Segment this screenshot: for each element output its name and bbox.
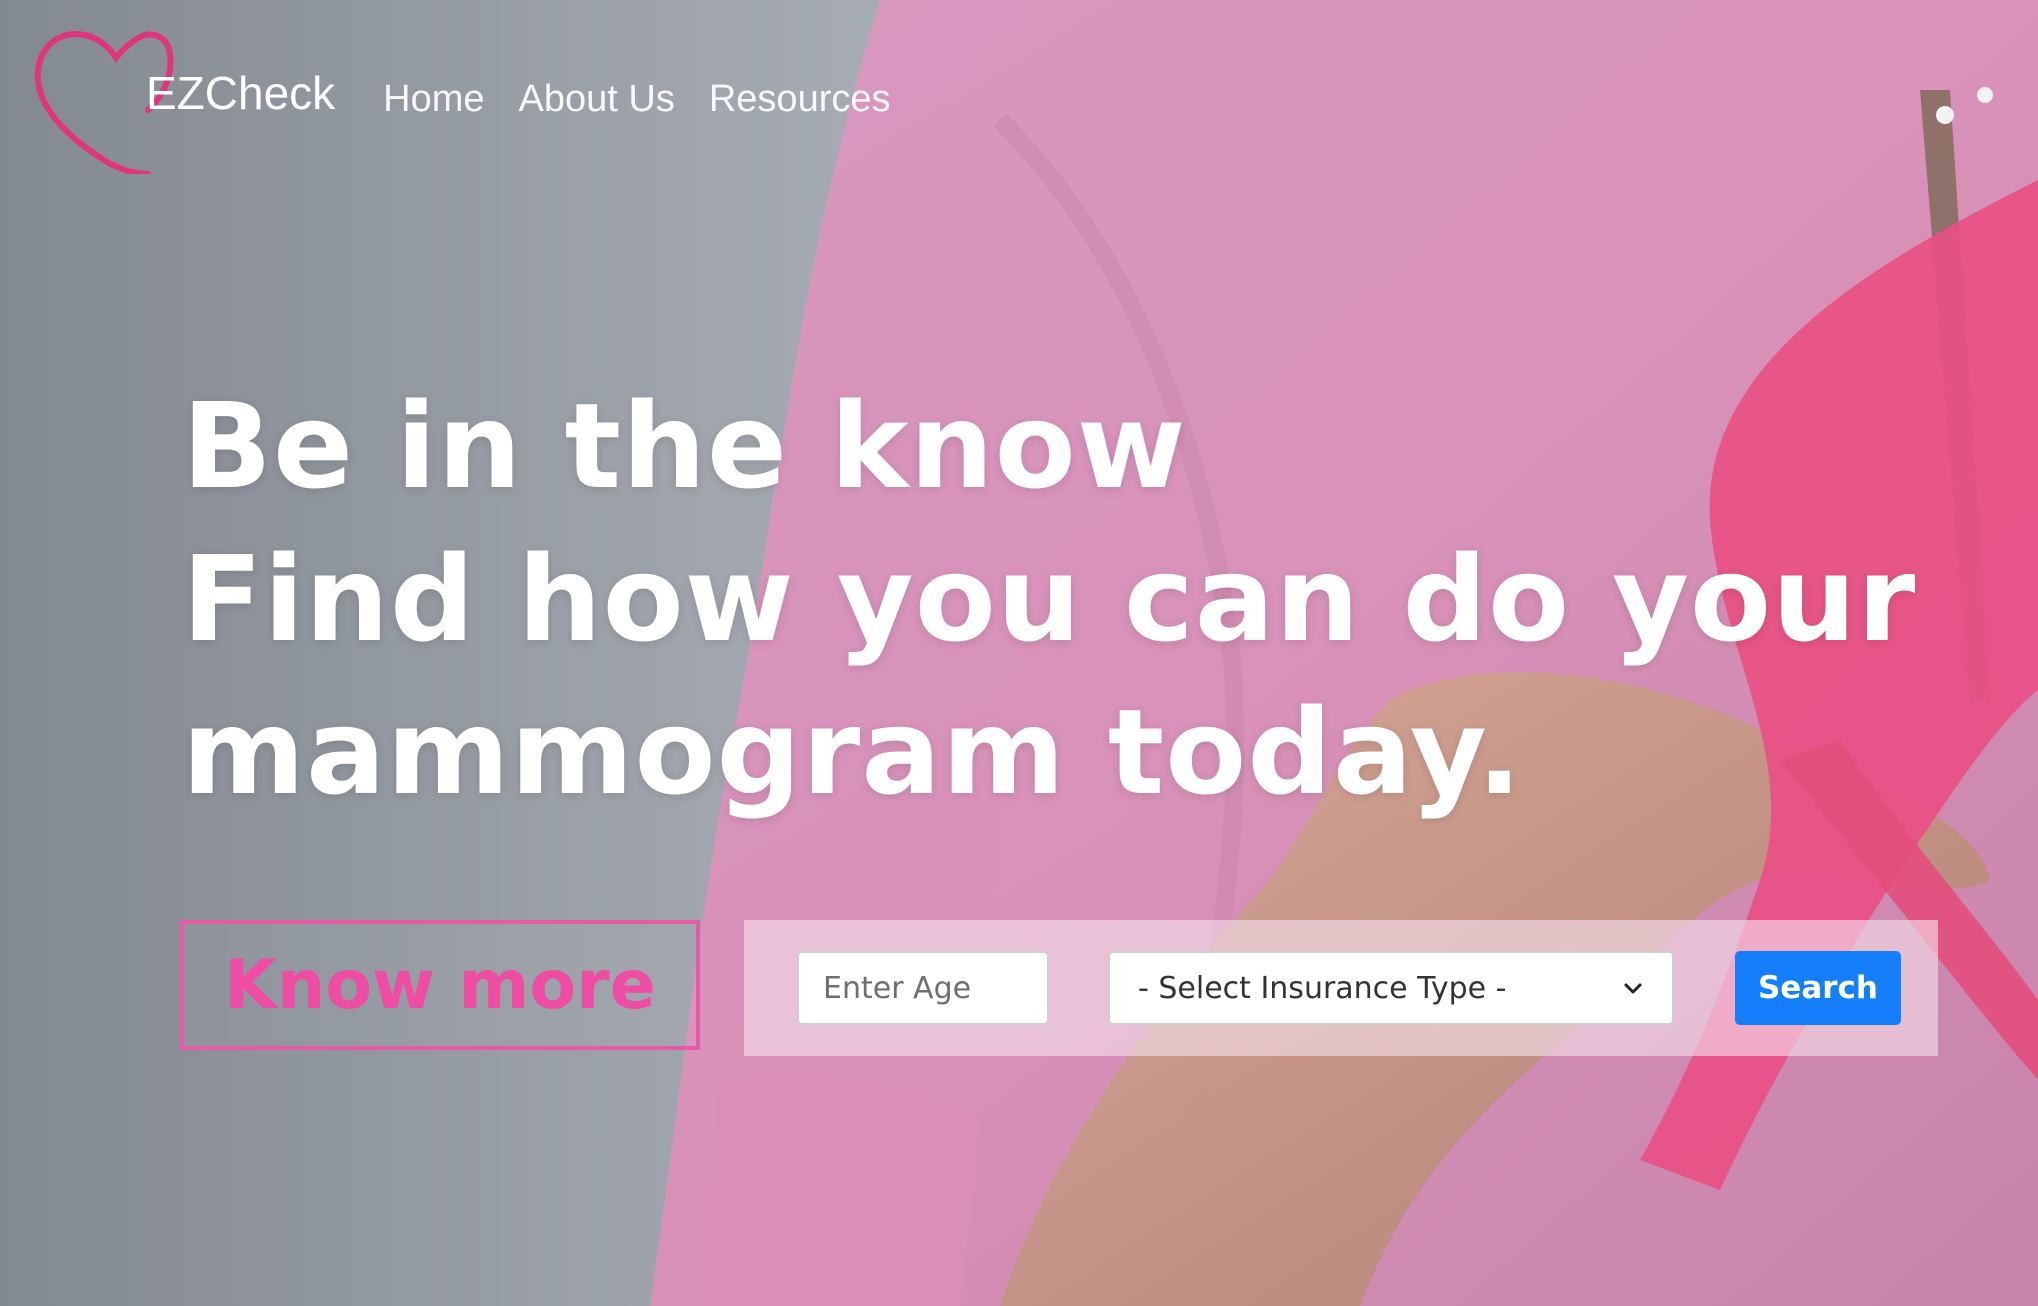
top-navigation: EZCheck Home About Us Resources bbox=[30, 24, 891, 174]
chevron-down-icon bbox=[1624, 983, 1642, 994]
search-button-label: Search bbox=[1757, 970, 1878, 1006]
nav-link-home[interactable]: Home bbox=[383, 78, 484, 121]
headline-line-1: Be in the know bbox=[182, 377, 1187, 515]
headline-line-3: mammogram today. bbox=[182, 683, 1523, 821]
age-input[interactable] bbox=[797, 951, 1049, 1025]
brand-name: EZCheck bbox=[146, 67, 336, 119]
brand-logo[interactable]: EZCheck bbox=[30, 24, 335, 174]
headline-line-2: Find how you can do your bbox=[182, 530, 1917, 668]
know-more-button[interactable]: Know more bbox=[180, 920, 700, 1050]
insurance-select-value: - Select Insurance Type - bbox=[1138, 970, 1507, 1006]
know-more-label: Know more bbox=[224, 945, 656, 1025]
insurance-type-select[interactable]: - Select Insurance Type - bbox=[1108, 951, 1674, 1025]
search-button[interactable]: Search bbox=[1735, 951, 1901, 1025]
nav-link-resources[interactable]: Resources bbox=[709, 78, 891, 121]
nav-link-about-us[interactable]: About Us bbox=[519, 78, 675, 121]
nav-links: Home About Us Resources bbox=[383, 78, 890, 121]
hero-headline: Be in the know Find how you can do your … bbox=[182, 370, 1982, 829]
hero-section: EZCheck Home About Us Resources Be in th… bbox=[0, 0, 2038, 1306]
screening-search-bar: - Select Insurance Type - Search bbox=[744, 920, 1938, 1056]
